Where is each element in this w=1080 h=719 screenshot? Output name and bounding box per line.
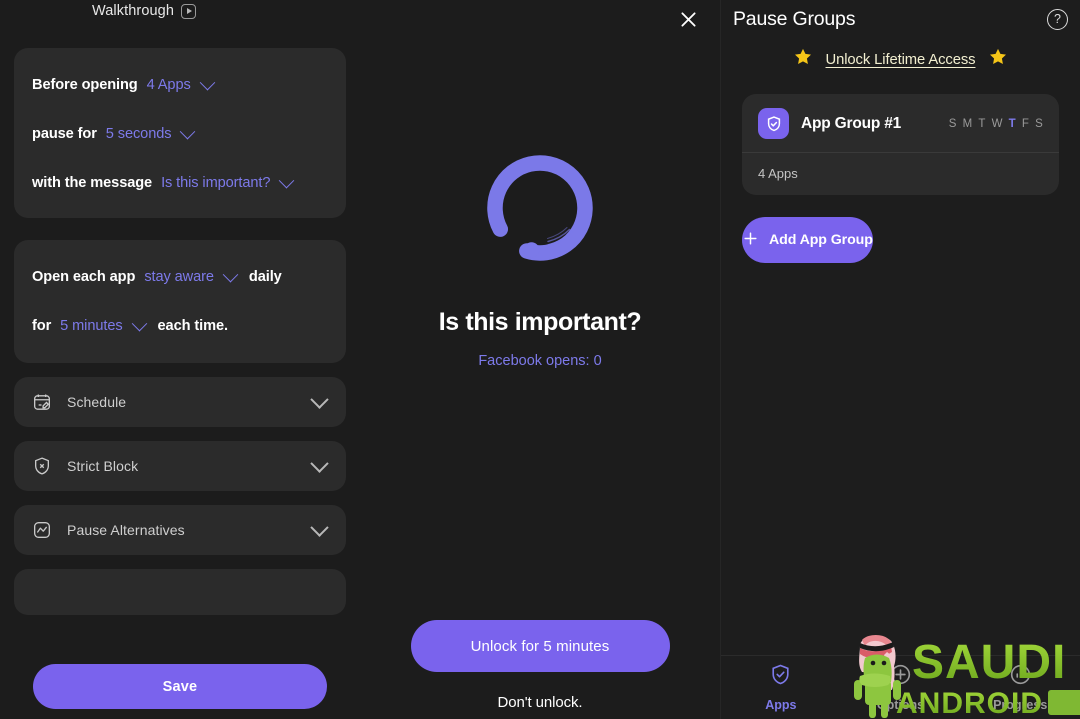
right-pause-groups-panel: Pause Groups ? Unlock Lifetime Access Ap…: [720, 0, 1080, 719]
chevron-down-icon[interactable]: [310, 517, 329, 537]
settings-card-before-opening: Before opening 4 Apps pause for 5 second…: [14, 48, 346, 218]
setting-row-open-each-app: Open each app stay aware daily: [32, 262, 328, 292]
weekday-thu: T: [1008, 117, 1016, 130]
app-group-name: App Group #1: [801, 114, 902, 132]
setting-row-message: with the message Is this important?: [32, 168, 328, 198]
chevron-down-icon[interactable]: [310, 453, 329, 473]
chevron-down-icon[interactable]: [279, 172, 295, 188]
page-title: Pause Groups: [733, 7, 856, 30]
weekday-mon: M: [962, 117, 973, 130]
chevron-down-icon[interactable]: [222, 266, 239, 282]
bottom-navigation: Apps Options Progress: [721, 655, 1080, 719]
setting-static-label: Before opening: [32, 77, 138, 93]
collapsible-pause-alternatives[interactable]: Pause Alternatives: [14, 505, 346, 555]
weekday-sun: S: [948, 117, 957, 130]
setting-row-for-duration: for 5 minutes each time.: [32, 311, 328, 341]
collapsible-strict-block[interactable]: Strict Block: [14, 441, 346, 491]
nav-tab-label: Options: [876, 698, 925, 712]
center-pause-screen: Is this important? Facebook opens: 0 Unl…: [360, 0, 720, 719]
lifetime-label: Unlock Lifetime Access: [825, 51, 976, 68]
enso-circle-logo: [487, 155, 593, 266]
chart-circle-icon: [1009, 663, 1032, 691]
help-circle-icon[interactable]: ?: [1047, 8, 1068, 30]
close-icon[interactable]: [667, 0, 709, 38]
collapsible-label: Strict Block: [67, 458, 139, 474]
wave-square-icon: [32, 520, 52, 540]
add-app-group-label: Add App Group: [769, 232, 873, 248]
setting-row-pause-for: pause for 5 seconds: [32, 119, 328, 149]
nav-tab-label: Apps: [765, 698, 797, 712]
chevron-down-icon[interactable]: [131, 315, 147, 331]
weekday-fri: F: [1021, 117, 1030, 130]
play-badge-icon[interactable]: [180, 3, 196, 19]
pause-groups-header: Pause Groups ?: [721, 0, 1080, 38]
save-button[interactable]: Save: [33, 664, 327, 709]
setting-static-label: for: [32, 318, 52, 334]
weekday-sat: S: [1035, 117, 1043, 130]
setting-static-label: Open each app: [32, 269, 136, 285]
weekday-tue: T: [978, 117, 986, 130]
sliders-icon: [889, 663, 912, 691]
chevron-down-icon[interactable]: [310, 389, 329, 409]
nav-tab-progress[interactable]: Progress: [960, 656, 1080, 719]
app-opens-counter: Facebook opens: 0: [478, 353, 602, 369]
weekday-wed: W: [991, 117, 1003, 130]
app-group-header: App Group #1 S M T W T F S: [742, 94, 1059, 153]
unlock-lifetime-access-link[interactable]: Unlock Lifetime Access: [721, 47, 1080, 72]
collapsible-label: Pause Alternatives: [67, 522, 185, 538]
pause-message-title: Is this important?: [438, 308, 642, 336]
star-icon: [793, 47, 813, 72]
walkthrough-bar[interactable]: Walkthrough: [0, 0, 360, 22]
setting-static-suffix: daily: [248, 269, 282, 285]
settings-card-open-each-app: Open each app stay aware daily for 5 min…: [14, 240, 346, 363]
setting-static-label: pause for: [32, 126, 97, 142]
shield-check-icon: [758, 108, 789, 139]
add-app-group-button[interactable]: Add App Group: [742, 217, 873, 263]
collapsible-schedule[interactable]: Schedule: [14, 377, 346, 427]
unlock-button[interactable]: Unlock for 5 minutes: [410, 620, 670, 672]
calendar-edit-icon: [32, 392, 52, 412]
chevron-down-icon[interactable]: [180, 123, 196, 139]
nav-tab-options[interactable]: Options: [841, 656, 961, 719]
center-actions: Unlock for 5 minutes Don't unlock.: [360, 620, 720, 711]
setting-value-pause-duration[interactable]: 5 seconds: [106, 126, 172, 142]
chevron-down-icon[interactable]: [199, 74, 215, 90]
plus-icon: [742, 230, 759, 251]
collapsible-label: Schedule: [67, 394, 127, 410]
walkthrough-label: Walkthrough: [92, 3, 174, 19]
setting-value-mode[interactable]: stay aware: [144, 269, 214, 285]
dont-unlock-link[interactable]: Don't unlock.: [498, 694, 583, 711]
app-screen: Walkthrough Before opening 4 Apps pause …: [0, 0, 1080, 719]
setting-value-message[interactable]: Is this important?: [161, 175, 270, 191]
star-icon: [988, 47, 1008, 72]
setting-value-duration[interactable]: 5 minutes: [60, 318, 122, 334]
collapsible-partial-hidden[interactable]: [14, 569, 346, 615]
app-group-card[interactable]: App Group #1 S M T W T F S 4 Apps: [742, 94, 1059, 195]
nav-tab-label: Progress: [993, 698, 1048, 712]
nav-tab-apps[interactable]: Apps: [721, 656, 841, 719]
setting-value-apps[interactable]: 4 Apps: [147, 77, 191, 93]
setting-static-label: with the message: [32, 175, 153, 191]
save-button-container: Save: [0, 664, 360, 709]
left-settings-panel: Walkthrough Before opening 4 Apps pause …: [0, 0, 360, 719]
setting-row-before-opening: Before opening 4 Apps: [32, 70, 328, 100]
setting-static-suffix: each time.: [157, 318, 228, 334]
weekday-indicator: S M T W T F S: [949, 118, 1043, 130]
app-group-apps-count: 4 Apps: [758, 166, 798, 181]
shield-check-icon: [769, 663, 792, 691]
shield-x-icon: [32, 456, 52, 476]
